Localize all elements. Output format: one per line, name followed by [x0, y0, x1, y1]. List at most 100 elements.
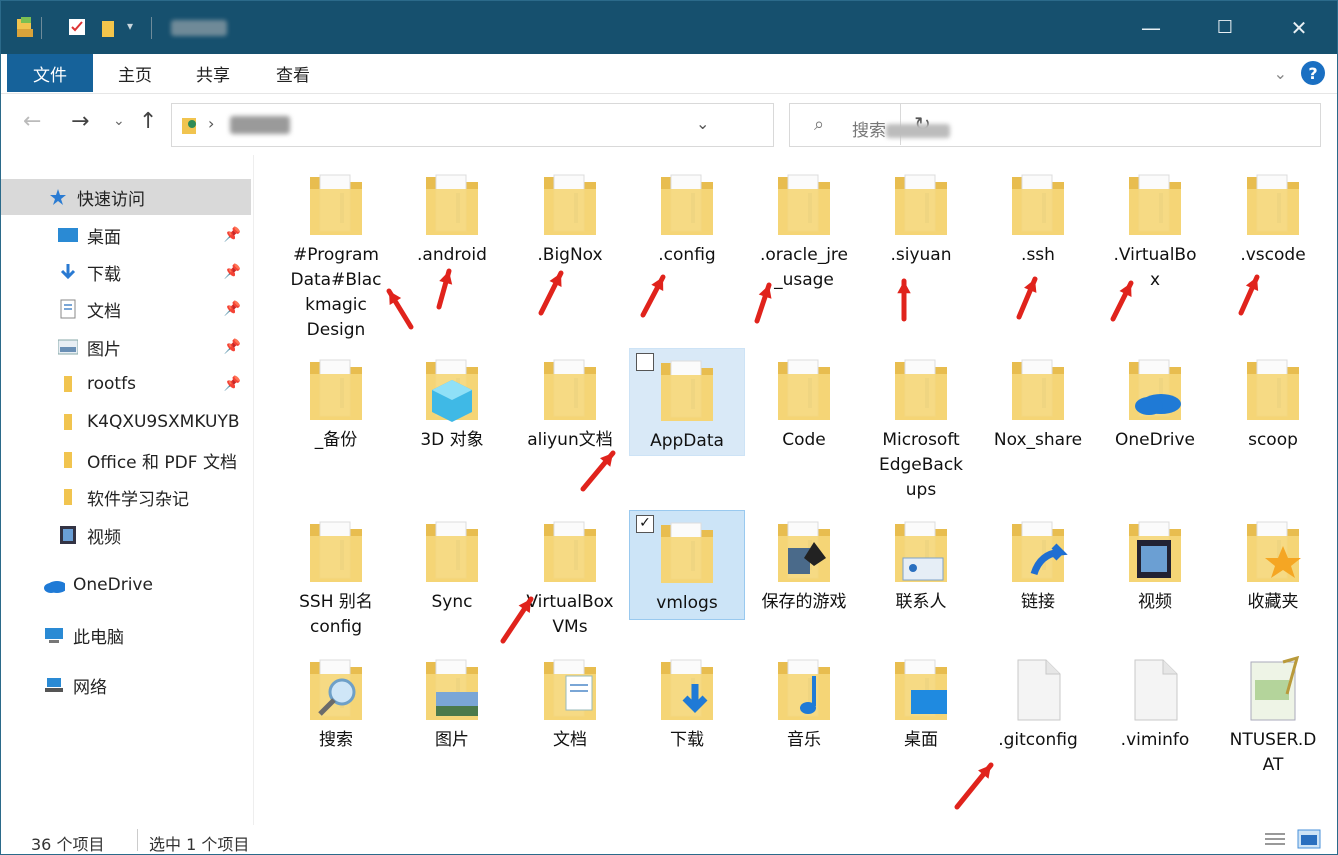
minimize-button[interactable]: —: [1113, 1, 1189, 54]
pin-icon[interactable]: 📌: [224, 227, 241, 243]
folder-item[interactable]: 文档: [512, 648, 628, 753]
pin-icon[interactable]: 📌: [224, 339, 241, 355]
folder-item[interactable]: #Program Data#Blac kmagic Design: [278, 163, 394, 343]
tab-file[interactable]: 文件: [7, 54, 93, 92]
folder-icon: [422, 518, 482, 586]
picture-icon: [57, 337, 79, 357]
large-icons-view-icon[interactable]: [1297, 829, 1321, 853]
help-icon[interactable]: ?: [1301, 61, 1325, 85]
item-label: Sync: [431, 592, 473, 612]
item-label: aliyun文档: [527, 430, 613, 450]
folder-item[interactable]: 音乐: [746, 648, 862, 753]
selection-checkbox[interactable]: ✓: [636, 515, 654, 533]
back-icon[interactable]: ←: [23, 109, 41, 134]
forward-icon[interactable]: →: [71, 109, 89, 134]
sidebar-item-software-notes[interactable]: 软件学习杂记: [1, 479, 251, 515]
label-line: Microsoft: [882, 430, 960, 450]
folder-item[interactable]: 保存的游戏: [746, 510, 862, 615]
sidebar-item-pictures[interactable]: 图片 📌: [1, 329, 251, 365]
folder-item[interactable]: AppData: [629, 348, 745, 456]
sidebar-item-quick-access[interactable]: 快速访问: [1, 179, 251, 215]
maximize-button[interactable]: ☐: [1187, 1, 1263, 54]
address-bar[interactable]: › ⌄: [171, 103, 774, 147]
folder-item[interactable]: 桌面: [863, 648, 979, 753]
folder-item[interactable]: SSH 别名 config: [278, 510, 394, 640]
folder-icon: [657, 519, 717, 587]
folder-icon: [57, 487, 79, 507]
folder-item[interactable]: 搜索: [278, 648, 394, 753]
file-item[interactable]: .viminfo: [1097, 648, 1213, 753]
sidebar-item-network[interactable]: 网络: [1, 667, 251, 703]
close-button[interactable]: ✕: [1261, 1, 1337, 54]
folder-item[interactable]: VirtualBox VMs: [512, 510, 628, 640]
onedrive-cloud-icon: [43, 575, 65, 595]
tab-share[interactable]: 共享: [191, 54, 235, 92]
item-label: NTUSER.D AT: [1215, 728, 1331, 778]
folder-item[interactable]: aliyun文档: [512, 348, 628, 453]
folder-item[interactable]: Microsoft EdgeBack ups: [863, 348, 979, 503]
up-icon[interactable]: ↑: [139, 109, 157, 134]
folder-item[interactable]: .BigNox: [512, 163, 628, 268]
video-icon: [57, 525, 79, 545]
folder-item[interactable]: .VirtualBo x: [1097, 163, 1213, 293]
folder-item[interactable]: 链接: [980, 510, 1096, 615]
folder-item[interactable]: .android: [394, 163, 510, 268]
folder-item[interactable]: 图片: [394, 648, 510, 753]
links-icon: [1008, 518, 1068, 586]
expand-ribbon-icon[interactable]: ⌄: [1274, 64, 1287, 83]
folder-item[interactable]: .config: [629, 163, 745, 268]
file-item[interactable]: NTUSER.D AT: [1215, 648, 1331, 778]
folder-item[interactable]: scoop: [1215, 348, 1331, 453]
properties-icon[interactable]: [67, 15, 87, 39]
sidebar-item-videos[interactable]: 视频: [1, 517, 251, 553]
sidebar-label: 软件学习杂记: [87, 489, 189, 510]
sidebar-label: 文档: [87, 301, 121, 322]
selected-count: 选中 1 个项目: [149, 835, 250, 854]
search-input[interactable]: ⌕ 搜索: [789, 103, 1321, 147]
folder-item[interactable]: .vscode: [1215, 163, 1331, 268]
folder-item[interactable]: Sync: [394, 510, 510, 615]
navigation-bar: ← → ⌄ ↑ › ⌄ ↻ ⌕ 搜索: [1, 95, 1337, 155]
sidebar-label: rootfs: [87, 374, 136, 394]
pin-icon[interactable]: 📌: [224, 264, 241, 280]
tab-home[interactable]: 主页: [113, 54, 157, 92]
folder-item[interactable]: .siyuan: [863, 163, 979, 268]
folder-item[interactable]: OneDrive: [1097, 348, 1213, 453]
folder-item[interactable]: 联系人: [863, 510, 979, 615]
sidebar-item-office-pdf[interactable]: Office 和 PDF 文档: [1, 442, 251, 478]
sidebar-item-k4qxu9sxmkuyb[interactable]: K4QXU9SXMKUYB: [1, 404, 251, 440]
folder-item[interactable]: 收藏夹: [1215, 510, 1331, 615]
tab-view[interactable]: 查看: [271, 54, 315, 92]
sidebar-item-rootfs[interactable]: rootfs 📌: [1, 366, 251, 402]
details-view-icon[interactable]: [1265, 831, 1285, 853]
sidebar-item-documents[interactable]: 文档 📌: [1, 291, 251, 327]
folder-item[interactable]: Nox_share: [980, 348, 1096, 453]
folder-item[interactable]: 下载: [629, 648, 745, 753]
folder-item[interactable]: Code: [746, 348, 862, 453]
label-line: config: [309, 617, 363, 637]
item-label: vmlogs: [656, 593, 718, 613]
sidebar-item-desktop[interactable]: 桌面 📌: [1, 217, 251, 253]
new-folder-icon[interactable]: [99, 15, 119, 39]
sidebar-item-this-pc[interactable]: 此电脑: [1, 617, 251, 653]
selection-checkbox[interactable]: [636, 353, 654, 371]
folder-item[interactable]: .ssh: [980, 163, 1096, 268]
desktop-icon: [57, 225, 79, 245]
sidebar-item-onedrive[interactable]: OneDrive: [1, 567, 251, 603]
folder-item[interactable]: .oracle_jre _usage: [746, 163, 862, 293]
folder-item[interactable]: _备份: [278, 348, 394, 453]
folder-item[interactable]: 视频: [1097, 510, 1213, 615]
recent-locations-icon[interactable]: ⌄: [113, 113, 125, 129]
sidebar-label: OneDrive: [73, 575, 153, 595]
customize-qat-icon[interactable]: ▾: [127, 19, 147, 43]
sidebar-item-downloads[interactable]: 下载 📌: [1, 254, 251, 290]
sidebar-label: 快速访问: [77, 189, 145, 210]
file-item[interactable]: .gitconfig: [980, 648, 1096, 753]
folder-icon: [1008, 171, 1068, 239]
pin-icon[interactable]: 📌: [224, 376, 241, 392]
address-dropdown-icon[interactable]: ⌄: [696, 114, 709, 133]
pin-icon[interactable]: 📌: [224, 301, 241, 317]
folder-item[interactable]: ✓ vmlogs: [629, 510, 745, 620]
folder-item[interactable]: 3D 对象: [394, 348, 510, 453]
onedrive-icon: [1125, 356, 1185, 424]
